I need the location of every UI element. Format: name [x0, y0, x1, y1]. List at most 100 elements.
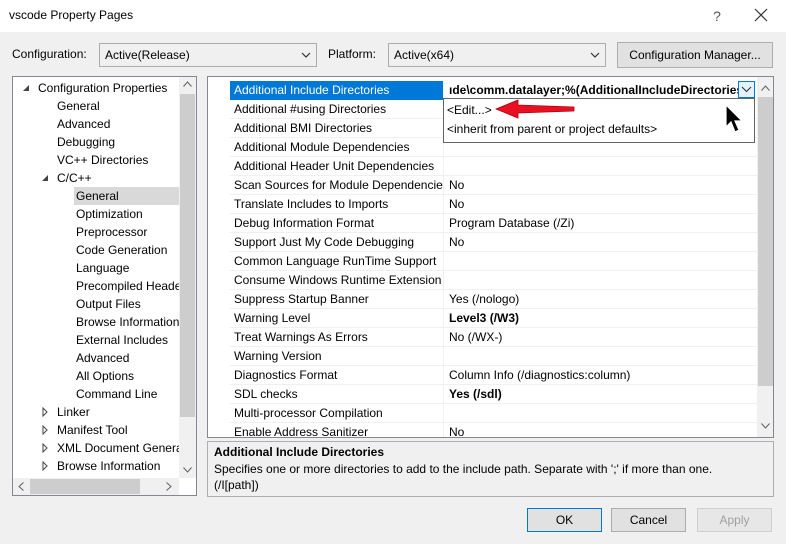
title-bar: vscode Property Pages ? — [0, 0, 786, 32]
property-name: Additional Include Directories — [230, 81, 444, 100]
tree-item-label: Preprocessor — [76, 225, 148, 239]
help-button[interactable]: ? — [705, 6, 729, 26]
platform-select[interactable]: Active(x64) — [388, 43, 606, 67]
property-row[interactable]: Common Language RunTime Support — [230, 252, 757, 271]
scroll-up-icon[interactable] — [761, 85, 770, 91]
configuration-manager-button[interactable]: Configuration Manager... — [617, 42, 773, 68]
property-value[interactable]: Column Info (/diagnostics:column) — [445, 366, 757, 385]
grid-vertical-scrollbar[interactable] — [757, 77, 773, 437]
tree-item-label: XML Document Genera — [57, 441, 183, 455]
property-tree: Configuration Properties General Advanced D… — [12, 76, 197, 496]
property-value[interactable] — [445, 404, 757, 423]
tree-item[interactable]: Browse Information — [76, 313, 179, 331]
tree-item[interactable]: General — [74, 187, 179, 205]
property-row[interactable]: Debug Information Format Program Database… — [230, 214, 757, 233]
property-value[interactable] — [445, 157, 757, 176]
property-row[interactable]: Warning Level Level3 (/W3) — [230, 309, 757, 328]
property-value[interactable]: No (/WX-) — [445, 328, 757, 347]
property-value[interactable]: No — [445, 423, 757, 437]
tree-item-label: General — [57, 99, 100, 113]
property-row[interactable]: Warning Version — [230, 347, 757, 366]
tree-item[interactable]: External Includes — [76, 331, 179, 349]
tree-item[interactable]: Linker — [57, 403, 179, 421]
dropdown-option-inherit[interactable]: <inherit from parent or project defaults… — [447, 120, 657, 138]
property-name: Suppress Startup Banner — [230, 290, 444, 309]
property-row[interactable]: SDL checks Yes (/sdl) — [230, 385, 757, 404]
value-dropdown-button[interactable] — [738, 81, 755, 98]
configuration-select[interactable]: Active(Release) — [99, 43, 317, 67]
tree-item[interactable]: Browse Information — [57, 457, 179, 475]
property-value[interactable]: No — [445, 195, 757, 214]
property-row[interactable]: Treat Warnings As Errors No (/WX-) — [230, 328, 757, 347]
scroll-up-icon[interactable] — [183, 81, 192, 87]
tree-scroll-thumb[interactable] — [180, 94, 195, 417]
tree-item[interactable]: C/C++ — [57, 169, 179, 187]
property-value[interactable] — [445, 347, 757, 366]
tree-item[interactable]: Advanced — [76, 349, 179, 367]
collapsed-triangle-icon[interactable] — [40, 407, 50, 417]
tree-horizontal-scrollbar[interactable] — [13, 478, 179, 495]
property-value[interactable]: No — [445, 176, 757, 195]
property-value[interactable]: Level3 (/W3) — [445, 309, 757, 328]
collapsed-triangle-icon[interactable] — [40, 461, 50, 471]
tree-item[interactable]: Preprocessor — [76, 223, 179, 241]
property-row[interactable]: Translate Includes to Imports No — [230, 195, 757, 214]
tree-item-label: Language — [76, 261, 130, 275]
property-name: Additional Header Unit Dependencies — [230, 157, 444, 176]
property-row[interactable]: Multi-processor Compilation — [230, 404, 757, 423]
apply-button[interactable]: Apply — [697, 508, 772, 532]
tree-item-label: Command Line — [76, 387, 158, 401]
property-value[interactable]: Yes (/sdl) — [445, 385, 757, 404]
property-value[interactable]: Program Database (/Zi) — [445, 214, 757, 233]
property-value[interactable]: Yes (/nologo) — [445, 290, 757, 309]
cancel-button[interactable]: Cancel — [611, 508, 686, 532]
property-value[interactable]: No — [445, 233, 757, 252]
tree-item[interactable]: Advanced — [57, 115, 179, 133]
tree-item[interactable]: Manifest Tool — [57, 421, 179, 439]
tree-item[interactable]: Language — [76, 259, 179, 277]
dropdown-option-edit[interactable]: <Edit...> — [447, 101, 492, 119]
tree-item-label: Configuration Properties — [38, 81, 168, 95]
property-row[interactable]: Suppress Startup Banner Yes (/nologo) — [230, 290, 757, 309]
tree-item[interactable]: XML Document Genera — [57, 439, 183, 457]
property-name: Enable Address Sanitizer — [230, 423, 444, 437]
scroll-left-icon[interactable] — [18, 482, 24, 491]
ok-button[interactable]: OK — [527, 508, 602, 532]
property-row[interactable]: Enable Address Sanitizer No — [230, 423, 757, 437]
tree-item-label: Optimization — [76, 207, 143, 221]
property-name: Diagnostics Format — [230, 366, 444, 385]
property-value[interactable] — [445, 271, 757, 290]
tree-hscroll-thumb[interactable] — [30, 479, 140, 494]
value-dropdown-list: <Edit...> <inherit from parent or projec… — [443, 98, 755, 143]
property-value[interactable] — [445, 252, 757, 271]
property-row[interactable]: Scan Sources for Module Dependencies No — [230, 176, 757, 195]
tree-item-label: Browse Information — [57, 459, 161, 473]
tree-item[interactable]: VC++ Directories — [57, 151, 179, 169]
tree-item[interactable]: All Options — [76, 367, 179, 385]
expanded-triangle-icon[interactable] — [40, 173, 50, 183]
tree-item[interactable]: Optimization — [76, 205, 179, 223]
property-row[interactable]: Additional Header Unit Dependencies — [230, 157, 757, 176]
collapsed-triangle-icon[interactable] — [40, 443, 50, 453]
tree-item[interactable]: Precompiled Heade — [76, 277, 181, 295]
tree-vertical-scrollbar[interactable] — [179, 77, 196, 478]
tree-item[interactable]: Command Line — [76, 385, 179, 403]
tree-item-label: External Includes — [76, 333, 169, 347]
property-row[interactable]: Diagnostics Format Column Info (/diagnost… — [230, 366, 757, 385]
scroll-right-icon[interactable] — [166, 482, 172, 491]
property-row[interactable]: Support Just My Code Debugging No — [230, 233, 757, 252]
tree-item[interactable]: Debugging — [57, 133, 179, 151]
close-button[interactable] — [746, 3, 776, 27]
property-row[interactable]: Consume Windows Runtime Extension — [230, 271, 757, 290]
tree-item-label: C/C++ — [57, 171, 92, 185]
grid-scroll-thumb[interactable] — [758, 97, 773, 386]
property-name: SDL checks — [230, 385, 444, 404]
tree-item[interactable]: Output Files — [76, 295, 179, 313]
tree-item[interactable]: Code Generation — [76, 241, 179, 259]
scroll-down-icon[interactable] — [761, 423, 770, 429]
expanded-triangle-icon[interactable] — [21, 83, 31, 93]
tree-item[interactable]: Configuration Properties — [38, 79, 179, 97]
scroll-down-icon[interactable] — [183, 467, 192, 473]
tree-item[interactable]: General — [57, 97, 179, 115]
collapsed-triangle-icon[interactable] — [40, 425, 50, 435]
